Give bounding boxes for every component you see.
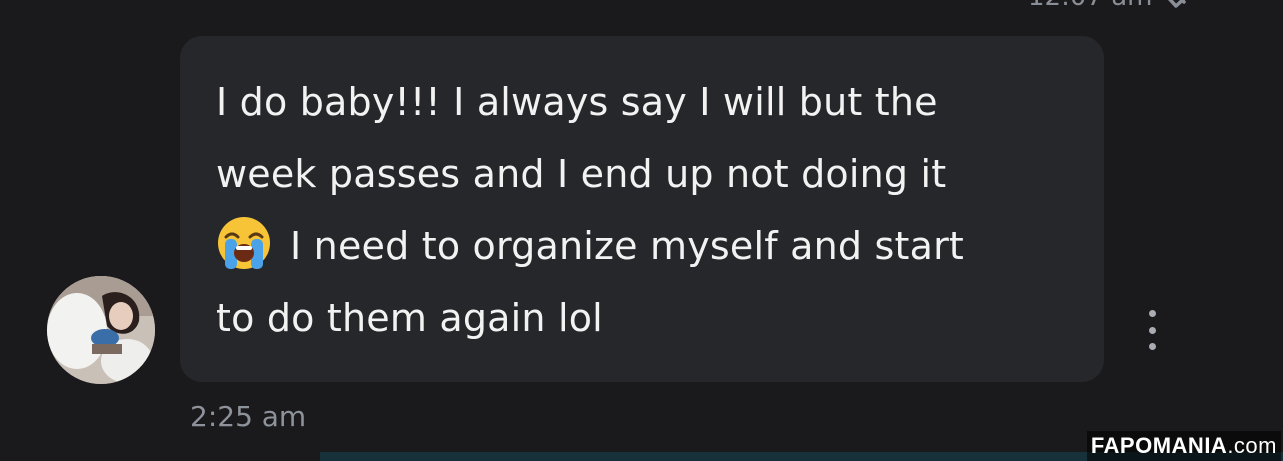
ellipsis-dot bbox=[1148, 326, 1156, 334]
message-line-3: I need to organize myself and start bbox=[216, 210, 1076, 282]
message-line-3-text: I need to organize myself and start bbox=[290, 224, 964, 268]
sender-avatar[interactable] bbox=[47, 276, 155, 384]
loudly-crying-face-emoji-icon bbox=[216, 215, 272, 271]
previous-message-meta: 12:07 am bbox=[1028, 0, 1206, 12]
watermark-brand: FAPOMANIA bbox=[1090, 433, 1228, 458]
message-text: I do baby!!! I always say I will but the… bbox=[216, 66, 1076, 354]
watermark-domain: .com bbox=[1227, 433, 1277, 458]
chat-screen: 12:07 am I do baby!!! I always say I wil… bbox=[0, 0, 1283, 461]
message-line-1: I do baby!!! I always say I will but the bbox=[216, 80, 938, 124]
watermark: FAPOMANIA.com bbox=[1086, 431, 1281, 461]
message-timestamp: 2:25 am bbox=[190, 400, 307, 433]
ellipsis-dot bbox=[1148, 310, 1156, 317]
previous-message-time: 12:07 am bbox=[1028, 0, 1152, 12]
vertical-ellipsis-icon[interactable] bbox=[1140, 310, 1164, 350]
ellipsis-dot bbox=[1148, 343, 1156, 350]
double-check-icon bbox=[1160, 0, 1206, 12]
message-line-2: week passes and I end up not doing it bbox=[216, 152, 947, 196]
message-bubble[interactable]: I do baby!!! I always say I will but the… bbox=[180, 36, 1104, 382]
message-line-4: to do them again lol bbox=[216, 296, 603, 340]
